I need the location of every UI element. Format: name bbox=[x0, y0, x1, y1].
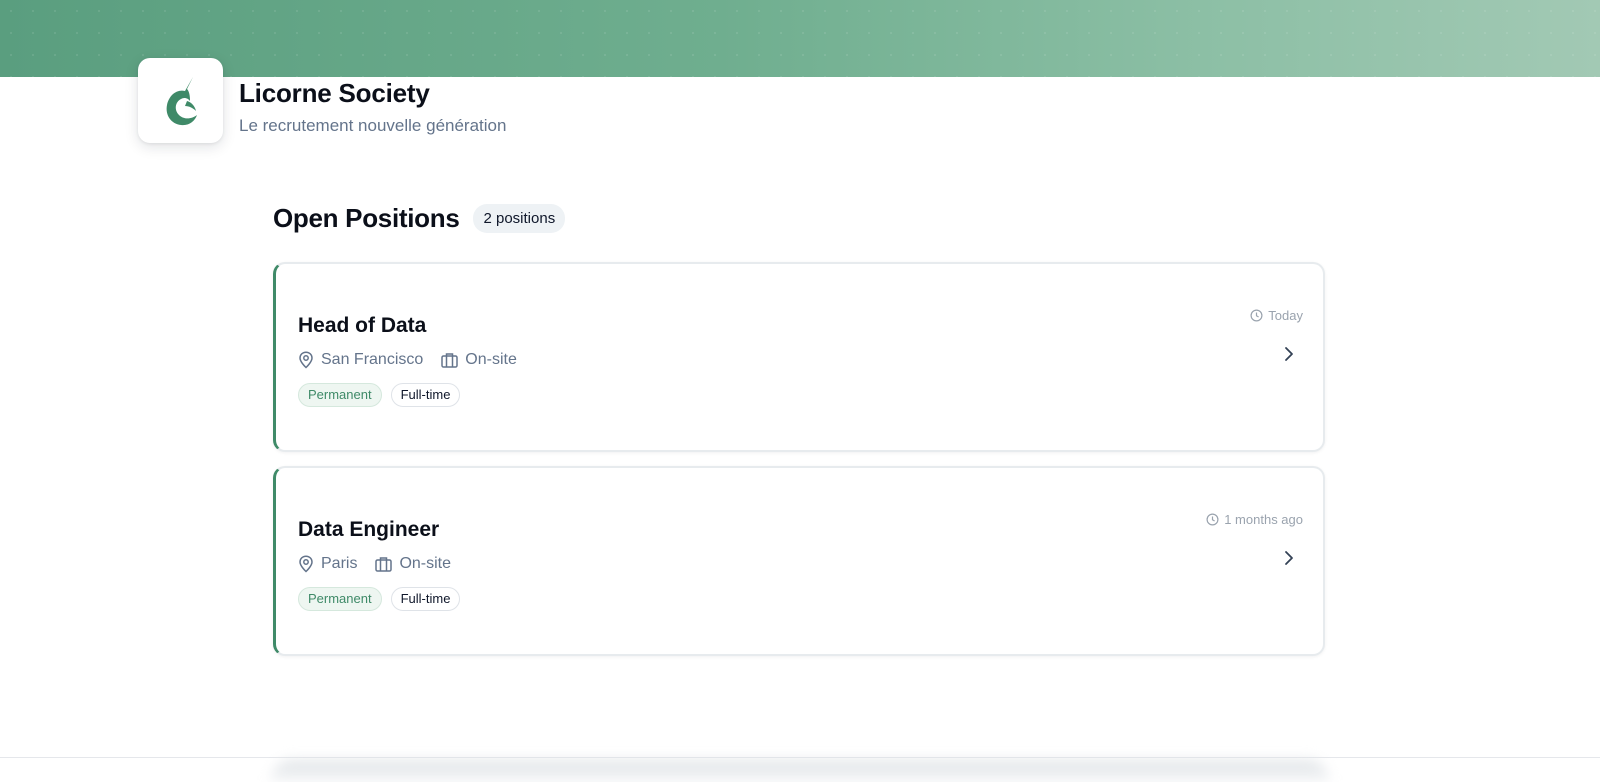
clock-icon bbox=[1206, 513, 1219, 526]
job-location: Paris bbox=[298, 555, 357, 573]
job-posted: Today bbox=[1250, 308, 1303, 323]
company-name: Licorne Society bbox=[239, 78, 430, 108]
briefcase-icon bbox=[441, 353, 459, 368]
company-tagline: Le recrutement nouvelle génération bbox=[239, 116, 507, 135]
open-job-button[interactable] bbox=[1279, 344, 1299, 364]
tag-permanent: Permanent bbox=[298, 383, 382, 407]
job-workplace-label: On-site bbox=[399, 555, 452, 572]
job-posted-label: Today bbox=[1268, 308, 1303, 323]
tag-permanent: Permanent bbox=[298, 587, 382, 611]
chevron-right-icon bbox=[1285, 347, 1293, 361]
job-card-head-of-data[interactable]: Head of Data San Francisco On-site Perma… bbox=[273, 262, 1325, 452]
open-job-button[interactable] bbox=[1279, 548, 1299, 568]
chevron-right-icon bbox=[1285, 551, 1293, 565]
map-pin-icon bbox=[299, 351, 313, 369]
job-title[interactable]: Data Engineer bbox=[298, 518, 439, 542]
job-location-label: Paris bbox=[321, 555, 358, 572]
footer-shadow bbox=[270, 760, 1330, 782]
job-workplace: On-site bbox=[375, 555, 451, 573]
job-posted-label: 1 months ago bbox=[1224, 512, 1303, 527]
job-location: San Francisco bbox=[298, 351, 423, 369]
footer-divider bbox=[0, 757, 1600, 758]
job-meta: Paris On-site bbox=[298, 555, 451, 573]
section-title: Open Positions bbox=[273, 203, 460, 233]
job-tags: Permanent Full-time bbox=[298, 587, 461, 611]
positions-count-badge: 2 positions bbox=[473, 204, 566, 233]
clock-icon bbox=[1250, 309, 1263, 322]
job-location-label: San Francisco bbox=[321, 351, 424, 368]
job-card-data-engineer[interactable]: Data Engineer Paris On-site Permanent Fu… bbox=[273, 466, 1325, 656]
tag-full-time: Full-time bbox=[390, 587, 461, 611]
job-workplace-label: On-site bbox=[465, 351, 517, 368]
open-positions-header: Open Positions 2 positions bbox=[273, 203, 566, 234]
job-posted: 1 months ago bbox=[1206, 512, 1303, 527]
briefcase-icon bbox=[375, 557, 393, 572]
map-pin-icon bbox=[299, 555, 313, 573]
job-tags: Permanent Full-time bbox=[298, 383, 461, 407]
header-banner bbox=[0, 0, 1600, 77]
tag-full-time: Full-time bbox=[390, 383, 461, 407]
company-logo[interactable] bbox=[138, 58, 223, 143]
job-title[interactable]: Head of Data bbox=[298, 314, 426, 338]
job-meta: San Francisco On-site bbox=[298, 351, 517, 369]
unicorn-icon bbox=[166, 76, 197, 125]
job-workplace: On-site bbox=[441, 351, 517, 369]
